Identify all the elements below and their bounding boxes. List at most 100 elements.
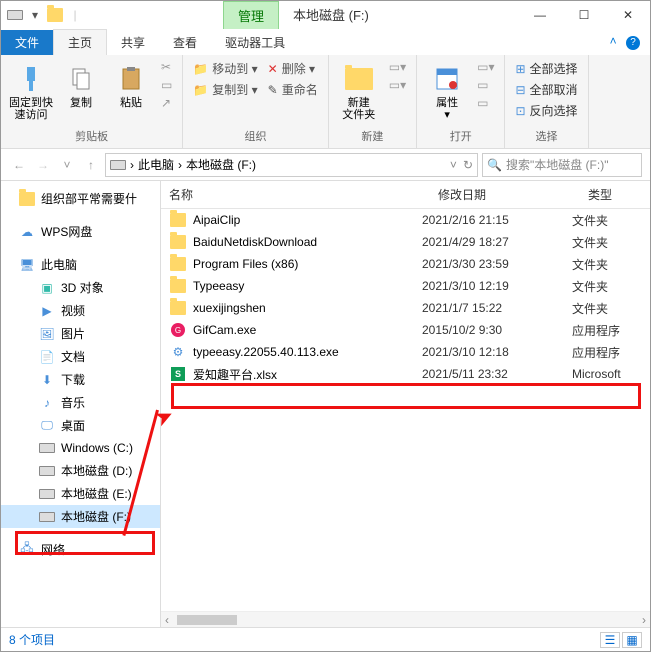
cut-button[interactable]: ✂ bbox=[159, 59, 174, 75]
crumb-pc[interactable]: 此电脑 bbox=[138, 156, 174, 173]
copyto-button[interactable]: 📁复制到 ▾ bbox=[191, 80, 259, 99]
tree-item[interactable]: Windows (C:) bbox=[1, 437, 160, 459]
col-date[interactable]: 修改日期 bbox=[430, 186, 580, 203]
folder-icon bbox=[19, 191, 35, 207]
file-row[interactable]: AipaiClip2021/2/16 21:15文件夹 bbox=[161, 209, 650, 231]
tab-drivetools[interactable]: 驱动器工具 bbox=[211, 30, 299, 55]
file-name: typeeasy.22055.40.113.exe bbox=[193, 345, 422, 359]
context-tab-manage[interactable]: 管理 bbox=[223, 1, 279, 30]
list-header[interactable]: 名称 修改日期 类型 bbox=[161, 181, 650, 209]
rename-button[interactable]: ✎重命名 bbox=[266, 80, 320, 99]
file-date: 2021/5/11 23:32 bbox=[422, 367, 572, 381]
easyaccess-button[interactable]: ▭▾ bbox=[387, 77, 408, 93]
h-scrollbar[interactable]: ‹ › bbox=[161, 611, 650, 627]
tree-item[interactable]: 📄文档 bbox=[1, 345, 160, 368]
file-row[interactable]: S爱知趣平台.xlsx2021/5/11 23:32Microsoft bbox=[161, 363, 650, 385]
tree-item[interactable]: 🖵桌面 bbox=[1, 414, 160, 437]
close-button[interactable]: ✕ bbox=[606, 1, 650, 29]
file-row[interactable]: GGifCam.exe2015/10/2 9:30应用程序 bbox=[161, 319, 650, 341]
file-rows[interactable]: AipaiClip2021/2/16 21:15文件夹BaiduNetdiskD… bbox=[161, 209, 650, 611]
file-row[interactable]: ⚙typeeasy.22055.40.113.exe2021/3/10 12:1… bbox=[161, 341, 650, 363]
tree-item[interactable]: ♪音乐 bbox=[1, 391, 160, 414]
address-bar[interactable]: › 此电脑 › 本地磁盘 (F:) ˅ ↻ bbox=[105, 153, 478, 177]
copyto-icon: 📁 bbox=[193, 83, 208, 97]
file-name: BaiduNetdiskDownload bbox=[193, 235, 422, 249]
pin-button[interactable]: 固定到快 速访问 bbox=[9, 59, 53, 121]
delete-button[interactable]: ✕删除 ▾ bbox=[266, 59, 320, 78]
tree-item[interactable]: ☁WPS网盘 bbox=[1, 220, 160, 243]
file-type: 文件夹 bbox=[572, 278, 642, 295]
history-button[interactable]: ▭ bbox=[475, 95, 496, 111]
copy-button[interactable]: 复制 bbox=[59, 59, 103, 109]
copy-icon bbox=[65, 63, 97, 95]
properties-button[interactable]: 属性 ▾ bbox=[425, 59, 469, 121]
selectnone-button[interactable]: ⊟全部取消 bbox=[513, 80, 579, 99]
tab-file[interactable]: 文件 bbox=[1, 30, 53, 55]
paste-shortcut-button[interactable]: ↗ bbox=[159, 95, 174, 111]
maximize-button[interactable]: ☐ bbox=[562, 1, 606, 29]
back-button[interactable]: ← bbox=[9, 158, 29, 172]
minimize-button[interactable]: — bbox=[518, 1, 562, 29]
down-icon: ⬇ bbox=[39, 372, 55, 388]
qat-dropdown-icon[interactable]: ▾ bbox=[27, 7, 43, 23]
tree-item[interactable]: 组织部平常需要什 bbox=[1, 187, 160, 210]
refresh-icon[interactable]: ↻ bbox=[463, 158, 473, 172]
exe-icon: ⚙ bbox=[169, 343, 187, 361]
newfolder-button[interactable]: 新建 文件夹 bbox=[337, 59, 381, 121]
file-name: xuexijingshen bbox=[193, 301, 422, 315]
address-dropdown-icon[interactable]: ˅ bbox=[450, 158, 457, 172]
selectall-icon: ⊞ bbox=[515, 62, 525, 76]
tab-view[interactable]: 查看 bbox=[159, 30, 211, 55]
col-name[interactable]: 名称 bbox=[161, 186, 430, 203]
file-date: 2021/3/30 23:59 bbox=[422, 257, 572, 271]
up-button[interactable]: ↑ bbox=[81, 158, 101, 172]
tree-item[interactable]: 🖥此电脑 bbox=[1, 253, 160, 276]
desk-icon: 🖵 bbox=[39, 418, 55, 434]
tree-label: 本地磁盘 (E:) bbox=[61, 485, 132, 502]
crumb-drive[interactable]: 本地磁盘 (F:) bbox=[186, 156, 256, 173]
3d-icon: ▣ bbox=[39, 280, 55, 296]
scrollbar-thumb[interactable] bbox=[177, 615, 237, 625]
file-row[interactable]: Typeeasy2021/3/10 12:19文件夹 bbox=[161, 275, 650, 297]
recent-dropdown[interactable]: ˅ bbox=[57, 158, 77, 172]
file-row[interactable]: Program Files (x86)2021/3/30 23:59文件夹 bbox=[161, 253, 650, 275]
tree-item[interactable]: 本地磁盘 (F:) bbox=[1, 505, 160, 528]
tree-item[interactable]: 本地磁盘 (D:) bbox=[1, 459, 160, 482]
file-row[interactable]: BaiduNetdiskDownload2021/4/29 18:27文件夹 bbox=[161, 231, 650, 253]
view-details-icon[interactable]: ☰ bbox=[600, 632, 620, 648]
copypath-button[interactable]: ▭ bbox=[159, 77, 174, 93]
file-date: 2021/2/16 21:15 bbox=[422, 213, 572, 227]
forward-button[interactable]: → bbox=[33, 158, 53, 172]
cut-icon: ✂ bbox=[161, 60, 171, 74]
tree-item[interactable]: 本地磁盘 (E:) bbox=[1, 482, 160, 505]
view-tiles-icon[interactable]: ▦ bbox=[622, 632, 642, 648]
tab-share[interactable]: 共享 bbox=[107, 30, 159, 55]
tab-home[interactable]: 主页 bbox=[53, 29, 107, 55]
file-type: 应用程序 bbox=[572, 344, 642, 361]
newitem-button[interactable]: ▭▾ bbox=[387, 59, 408, 75]
tree-item[interactable]: 🖧网络 bbox=[1, 538, 160, 561]
help-icon[interactable]: ? bbox=[626, 36, 640, 50]
moveto-button[interactable]: 📁移动到 ▾ bbox=[191, 59, 259, 78]
col-type[interactable]: 类型 bbox=[580, 186, 650, 203]
tree-label: 本地磁盘 (F:) bbox=[61, 508, 131, 525]
ribbon-tabs: 文件 主页 共享 查看 驱动器工具 ˄ ? bbox=[1, 29, 650, 55]
tree-item[interactable]: ▶视频 bbox=[1, 299, 160, 322]
tree-item[interactable]: ⬇下载 bbox=[1, 368, 160, 391]
drive-icon bbox=[39, 440, 55, 456]
nav-bar: ← → ˅ ↑ › 此电脑 › 本地磁盘 (F:) ˅ ↻ 🔍 搜索"本地磁盘 … bbox=[1, 149, 650, 181]
edit-button[interactable]: ▭ bbox=[475, 77, 496, 93]
status-bar: 8 个项目 ☰ ▦ bbox=[1, 627, 650, 651]
group-open: 打开 bbox=[450, 128, 472, 146]
open-button[interactable]: ▭▾ bbox=[475, 59, 496, 75]
folder-icon bbox=[169, 277, 187, 295]
invert-button[interactable]: ⊡反向选择 bbox=[513, 101, 579, 120]
tree-item[interactable]: ▣3D 对象 bbox=[1, 276, 160, 299]
tree-item[interactable]: 🖼图片 bbox=[1, 322, 160, 345]
nav-tree[interactable]: 组织部平常需要什☁WPS网盘🖥此电脑▣3D 对象▶视频🖼图片📄文档⬇下载♪音乐🖵… bbox=[1, 181, 161, 627]
selectall-button[interactable]: ⊞全部选择 bbox=[513, 59, 579, 78]
file-row[interactable]: xuexijingshen2021/1/7 15:22文件夹 bbox=[161, 297, 650, 319]
paste-button[interactable]: 粘贴 bbox=[109, 59, 153, 109]
search-box[interactable]: 🔍 搜索"本地磁盘 (F:)" bbox=[482, 153, 642, 177]
ribbon-collapse[interactable]: ˄ ? bbox=[600, 30, 650, 54]
